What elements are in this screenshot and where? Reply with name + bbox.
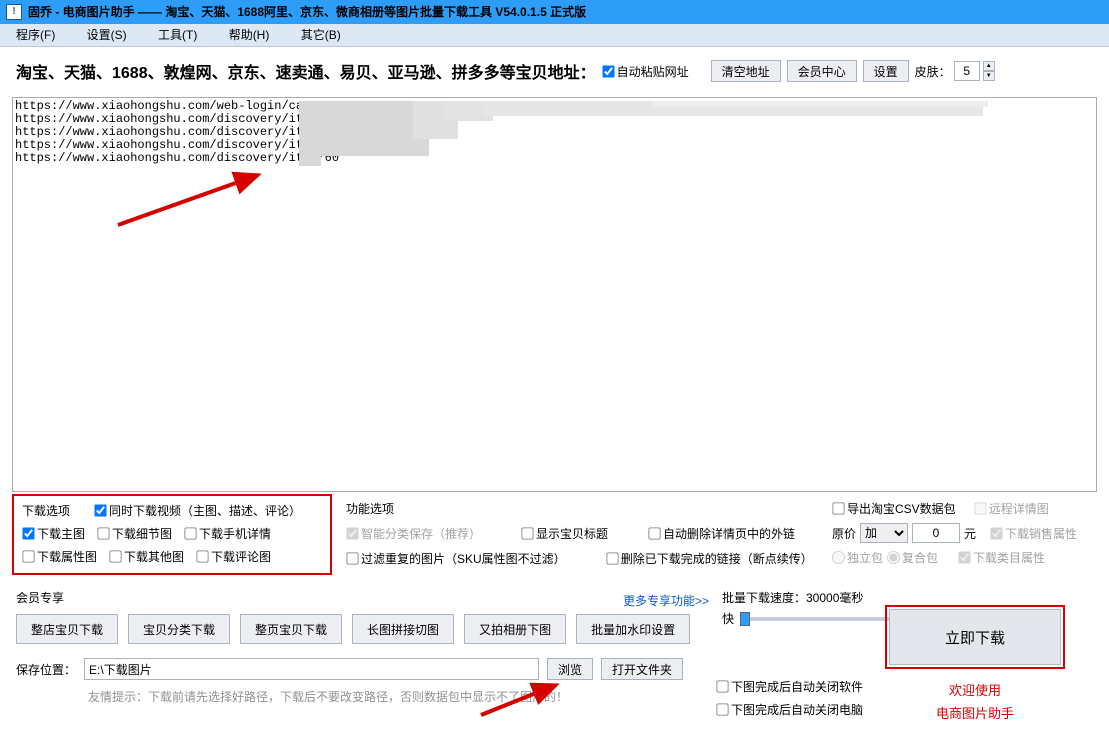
speed-title: 批量下载速度：30000毫秒 — [722, 589, 1097, 606]
export-csv-checkbox[interactable]: 导出淘宝CSV数据包 — [832, 500, 956, 517]
skin-down[interactable]: ▼ — [983, 71, 995, 81]
price-value-input[interactable] — [912, 523, 960, 543]
url-textarea[interactable]: https://www.xiaohongshu.com/web-login/ca… — [12, 97, 1097, 492]
auto-del-ext-checkbox[interactable]: 自动删除详情页中的外链 — [648, 525, 795, 542]
menu-settings[interactable]: 设置(S) — [87, 24, 127, 47]
more-member-link[interactable]: 更多专享功能>> — [623, 592, 709, 609]
clear-address-button[interactable]: 清空地址 — [711, 60, 781, 82]
by-cat-button[interactable]: 宝贝分类下载 — [128, 614, 230, 644]
welcome-footer: 欢迎使用 电商图片助手 — [885, 678, 1065, 724]
platforms-label: 淘宝、天猫、1688、敦煌网、京东、速卖通、易贝、亚马逊、拼多多等宝贝地址： — [16, 59, 596, 83]
download-comment-checkbox[interactable]: 下载评论图 — [196, 548, 271, 565]
save-path-input[interactable] — [84, 658, 539, 680]
dl-sale-attr-checkbox: 下载销售属性 — [990, 525, 1077, 542]
dl-cat-attr-checkbox: 下载类目属性 — [958, 549, 1045, 566]
download-options-title: 下载选项 — [22, 502, 70, 519]
header-row: 淘宝、天猫、1688、敦煌网、京东、速卖通、易贝、亚马逊、拼多多等宝贝地址： 自… — [0, 47, 1109, 89]
browse-button[interactable]: 浏览 — [547, 658, 593, 680]
open-folder-button[interactable]: 打开文件夹 — [601, 658, 683, 680]
menu-other[interactable]: 其它(B) — [301, 24, 341, 47]
app-icon: ! — [6, 4, 22, 20]
download-now-group: 立即下载 — [885, 605, 1065, 669]
download-detail-checkbox[interactable]: 下载细节图 — [97, 525, 172, 542]
censored-block — [373, 101, 413, 136]
menu-bar: 程序(F) 设置(S) 工具(T) 帮助(H) 其它(B) — [0, 24, 1109, 47]
remote-detail-checkbox: 远程详情图 — [974, 500, 1049, 517]
filter-dup-checkbox[interactable]: 过滤重复的图片（SKU属性图不过滤） — [346, 550, 566, 567]
download-attr-checkbox[interactable]: 下载属性图 — [22, 548, 97, 565]
skin-input[interactable] — [954, 61, 980, 81]
smart-save-checkbox: 智能分类保存（推荐） — [346, 525, 481, 542]
settings-button[interactable]: 设置 — [863, 60, 909, 82]
censored-block — [653, 101, 988, 107]
member-group: 会员专享 整店宝贝下载 宝贝分类下载 整页宝贝下载 长图拼接切图 又拍相册下图 … — [16, 589, 716, 644]
member-center-button[interactable]: 会员中心 — [787, 60, 857, 82]
download-main-checkbox[interactable]: 下载主图 — [22, 525, 85, 542]
download-mobile-checkbox[interactable]: 下载手机详情 — [184, 525, 271, 542]
slider-thumb[interactable] — [740, 612, 750, 626]
skin-up[interactable]: ▲ — [983, 61, 995, 71]
album-button[interactable]: 又拍相册下图 — [464, 614, 566, 644]
price-op-select[interactable]: 加 — [860, 523, 908, 543]
show-title-checkbox[interactable]: 显示宝贝标题 — [521, 525, 608, 542]
long-img-button[interactable]: 长图拼接切图 — [352, 614, 454, 644]
download-video-checkbox[interactable]: 同时下载视频（主图、描述、评论） — [94, 502, 301, 519]
function-options-group: 功能选项 智能分类保存（推荐） 显示宝贝标题 自动删除详情页中的外链 过滤重复的… — [336, 494, 826, 583]
pack-single-radio: 独立包 — [832, 549, 883, 566]
title-bar: ! 固乔 - 电商图片助手 —— 淘宝、天猫、1688阿里、京东、微商相册等图片… — [0, 0, 1109, 24]
batch-wm-button[interactable]: 批量加水印设置 — [576, 614, 690, 644]
member-title: 会员专享 — [16, 589, 716, 606]
function-options-title: 功能选项 — [346, 500, 822, 517]
annotation-arrow-icon — [113, 170, 273, 230]
download-other-checkbox[interactable]: 下载其他图 — [109, 548, 184, 565]
pack-compound-radio: 复合包 — [887, 549, 938, 566]
del-done-checkbox[interactable]: 删除已下载完成的链接（断点续传） — [606, 550, 813, 567]
csv-options-group: 导出淘宝CSV数据包 远程详情图 原价 加 元 下载销售属性 独立包 复合包 下… — [830, 494, 1080, 572]
after-download-group: 下图完成后自动关闭软件 下图完成后自动关闭电脑 — [716, 678, 863, 718]
auto-paste-checkbox[interactable]: 自动粘贴网址 — [602, 63, 689, 80]
download-now-button[interactable]: 立即下载 — [889, 609, 1061, 665]
shop-all-button[interactable]: 整店宝贝下载 — [16, 614, 118, 644]
close-pc-checkbox[interactable]: 下图完成后自动关闭电脑 — [716, 701, 863, 718]
menu-help[interactable]: 帮助(H) — [229, 24, 270, 47]
menu-program[interactable]: 程序(F) — [16, 24, 55, 47]
window-title: 固乔 - 电商图片助手 —— 淘宝、天猫、1688阿里、京东、微商相册等图片批量… — [28, 0, 586, 24]
close-soft-checkbox[interactable]: 下图完成后自动关闭软件 — [716, 678, 863, 695]
skin-control: 皮肤： ▲ ▼ — [915, 61, 995, 81]
menu-tools[interactable]: 工具(T) — [158, 24, 197, 47]
page-all-button[interactable]: 整页宝贝下载 — [240, 614, 342, 644]
download-options-group: 下载选项 同时下载视频（主图、描述、评论） 下载主图 下载细节图 下载手机详情 … — [12, 494, 332, 575]
